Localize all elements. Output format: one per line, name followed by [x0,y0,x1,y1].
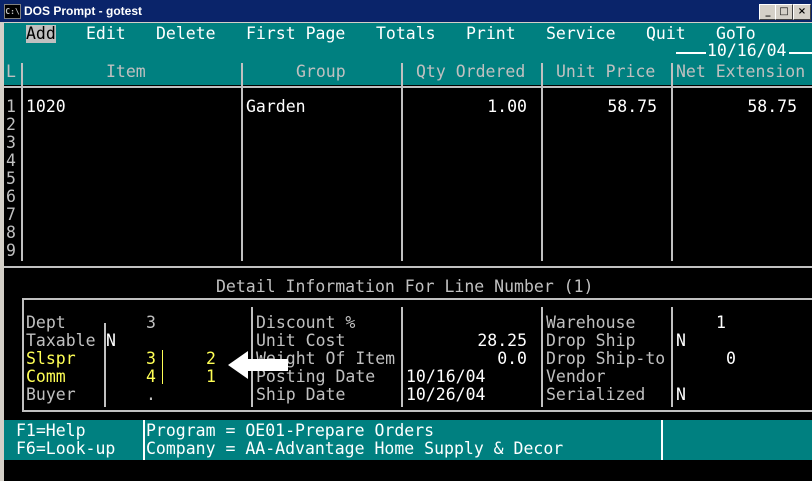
serialized-value[interactable]: N [676,386,686,404]
vendor-label: Vendor [546,367,606,386]
dept-label: Dept [26,313,66,332]
lookup-key[interactable]: F6=Look-up [16,440,115,458]
drop-ship-value[interactable]: N [676,332,686,350]
row-qty-cell[interactable]: 1.00 [401,98,527,116]
slspr-label: Slspr [26,349,76,368]
menu-add[interactable]: Add [26,25,56,43]
menu-totals[interactable]: Totals [376,25,436,43]
window-titlebar[interactable]: C:\ DOS Prompt - gotest _ □ × [0,0,812,22]
line-number: 7 [6,205,16,224]
comm-value-1[interactable]: 4 [146,368,156,386]
serialized-label: Serialized [546,385,646,404]
posting-date-value[interactable]: 10/16/04 [406,368,485,386]
table-col-divider [401,63,403,261]
menu-print[interactable]: Print [466,25,516,43]
console-app-icon[interactable]: C:\ [4,4,21,19]
detail-col-divider [541,307,543,407]
slspr-value-1[interactable]: 3 [146,350,156,368]
status-divider [143,420,145,460]
line-number: 5 [6,169,16,188]
line-number: 6 [6,187,16,206]
detail-title: Detail Information For Line Number (1) [216,277,594,296]
col-header-ext: Net Extension [676,62,806,81]
warehouse-value[interactable]: 1 [716,314,726,332]
ship-date-value[interactable]: 10/26/04 [406,386,485,404]
menu-delete[interactable]: Delete [156,25,216,43]
table-col-divider [241,63,243,261]
line-number: 9 [6,241,16,260]
menu-service[interactable]: Service [546,25,616,43]
maximize-button[interactable]: □ [775,4,793,20]
detail-left-rule [22,298,24,412]
row-group-cell[interactable]: Garden [246,98,306,116]
dos-console[interactable]: Add Edit Delete First Page Totals Print … [4,23,812,481]
program-info: Program = OE01-Prepare Orders [146,421,435,440]
close-button[interactable]: × [793,4,811,20]
buyer-label: Buyer [26,385,76,404]
buyer-value[interactable]: . [146,386,156,404]
menu-date: 10/16/04 [707,41,787,60]
table-col-divider [541,63,543,261]
slspr-comm-divider [162,350,163,384]
help-key[interactable]: F1=Help [16,422,86,440]
col-header-group: Group [296,62,346,81]
line-number: 1 [6,97,16,116]
detail-bottom-rule [22,410,812,412]
col-header-qty: Qty Ordered [416,62,526,81]
weight-value[interactable]: 0.0 [401,350,527,368]
status-divider [661,420,663,460]
row-ext-cell[interactable]: 58.75 [671,98,797,116]
date-rule-right [789,52,812,54]
dept-value[interactable]: 3 [146,314,156,332]
line-number: 3 [6,133,16,152]
col-header-item: Item [106,62,146,81]
col-header-line: L [6,62,16,81]
row-item-cell[interactable]: 1020 [26,98,66,116]
window-title: DOS Prompt - gotest [24,4,143,18]
comm-value-2[interactable]: 1 [206,368,216,386]
col-header-price: Unit Price [556,62,656,81]
drop-ship-to-value[interactable]: 0 [726,350,736,368]
discount-label: Discount % [256,313,356,332]
detail-col-divider [671,307,673,407]
taxable-value[interactable]: N [106,332,116,350]
ship-date-label: Ship Date [256,385,346,404]
detail-top-rule [22,298,812,300]
pointer-arrow-icon [228,351,288,379]
unit-cost-label: Unit Cost [256,331,346,350]
table-col-divider [671,63,673,261]
menu-quit[interactable]: Quit [646,25,686,43]
table-col-divider [21,63,23,261]
menu-first-page[interactable]: First Page [246,25,345,43]
unit-cost-value[interactable]: 28.25 [401,332,527,350]
line-number: 2 [6,115,16,134]
menu-edit[interactable]: Edit [86,25,126,43]
date-rule-left [676,52,706,54]
company-info: Company = AA-Advantage Home Supply & Dec… [146,439,564,458]
table-top-rule [4,86,812,88]
line-number: 4 [6,151,16,170]
comm-label: Comm [26,367,66,386]
drop-ship-label: Drop Ship [546,331,636,350]
row-price-cell[interactable]: 58.75 [541,98,657,116]
warehouse-label: Warehouse [546,313,636,332]
table-bottom-rule [4,266,812,268]
drop-ship-to-label: Drop Ship-to [546,349,666,368]
line-number: 8 [6,223,16,242]
taxable-label: Taxable [26,331,96,350]
slspr-value-2[interactable]: 2 [206,350,216,368]
